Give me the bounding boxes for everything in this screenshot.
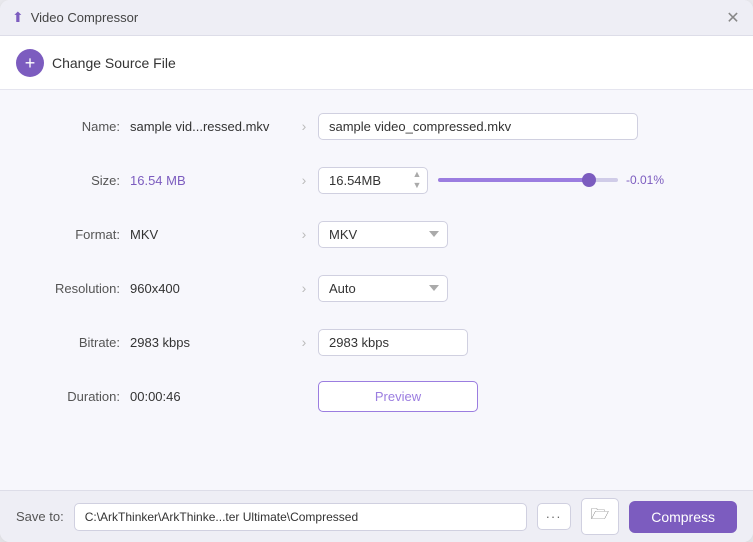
open-folder-button[interactable]: 🗁 — [581, 498, 620, 535]
name-row: Name: sample vid...ressed.mkv › — [40, 108, 713, 144]
size-slider[interactable] — [438, 178, 618, 182]
content-area: Name: sample vid...ressed.mkv › Size: 16… — [0, 90, 753, 490]
folder-icon: 🗁 — [591, 504, 610, 529]
bitrate-control-area — [318, 329, 713, 356]
resolution-control-area: Auto 1920x1080 1280x720 960x400 — [318, 275, 713, 302]
size-label: Size: — [40, 173, 130, 188]
compress-button[interactable]: Compress — [629, 501, 737, 533]
slider-wrap: -0.01% — [438, 173, 713, 187]
resolution-arrow-icon: › — [290, 280, 318, 296]
size-original: 16.54 MB — [130, 173, 290, 188]
app-window: ⬆ Video Compressor ✕ + Change Source Fil… — [0, 0, 753, 542]
add-icon: + — [16, 49, 44, 77]
format-original: MKV — [130, 227, 290, 242]
title-bar: ⬆ Video Compressor ✕ — [0, 0, 753, 36]
close-button[interactable]: ✕ — [725, 10, 741, 26]
name-output-input[interactable] — [318, 113, 638, 140]
resolution-row: Resolution: 960x400 › Auto 1920x1080 128… — [40, 270, 713, 306]
name-arrow-icon: › — [290, 118, 318, 134]
duration-label: Duration: — [40, 389, 130, 404]
toolbar: + Change Source File — [0, 36, 753, 90]
resolution-label: Resolution: — [40, 281, 130, 296]
bitrate-arrow-icon: › — [290, 334, 318, 350]
size-arrow-icon: › — [290, 172, 318, 188]
bitrate-label: Bitrate: — [40, 335, 130, 350]
name-original: sample vid...ressed.mkv — [130, 119, 290, 134]
bitrate-original: 2983 kbps — [130, 335, 290, 350]
format-control-area: MKV MP4 AVI MOV — [318, 221, 713, 248]
size-spinners: ▲ ▼ — [410, 170, 424, 191]
save-path-input[interactable] — [74, 503, 527, 531]
resolution-original: 960x400 — [130, 281, 290, 296]
size-input-wrap: ▲ ▼ — [318, 167, 428, 194]
duration-row: Duration: 00:00:46 Preview — [40, 378, 713, 414]
change-source-button[interactable]: + Change Source File — [16, 49, 176, 77]
size-up-button[interactable]: ▲ — [410, 170, 424, 180]
footer-bar: Save to: ··· 🗁 Compress — [0, 490, 753, 542]
preview-button[interactable]: Preview — [318, 381, 478, 412]
save-to-label: Save to: — [16, 509, 64, 524]
name-label: Name: — [40, 119, 130, 134]
format-label: Format: — [40, 227, 130, 242]
size-row: Size: 16.54 MB › ▲ ▼ -0.01% — [40, 162, 713, 198]
bitrate-output-input[interactable] — [318, 329, 468, 356]
duration-control-area: Preview — [318, 381, 713, 412]
name-control-area — [318, 113, 713, 140]
format-select[interactable]: MKV MP4 AVI MOV — [318, 221, 448, 248]
window-title: Video Compressor — [31, 10, 138, 25]
size-percentage: -0.01% — [626, 173, 671, 187]
browse-dots-button[interactable]: ··· — [537, 503, 571, 530]
duration-value: 00:00:46 — [130, 389, 290, 404]
app-icon: ⬆ — [12, 9, 24, 26]
change-source-label: Change Source File — [52, 55, 176, 71]
size-down-button[interactable]: ▼ — [410, 181, 424, 191]
title-bar-left: ⬆ Video Compressor — [12, 9, 138, 26]
size-control-area: ▲ ▼ -0.01% — [318, 167, 713, 194]
format-row: Format: MKV › MKV MP4 AVI MOV — [40, 216, 713, 252]
format-arrow-icon: › — [290, 226, 318, 242]
bitrate-row: Bitrate: 2983 kbps › — [40, 324, 713, 360]
resolution-select[interactable]: Auto 1920x1080 1280x720 960x400 — [318, 275, 448, 302]
